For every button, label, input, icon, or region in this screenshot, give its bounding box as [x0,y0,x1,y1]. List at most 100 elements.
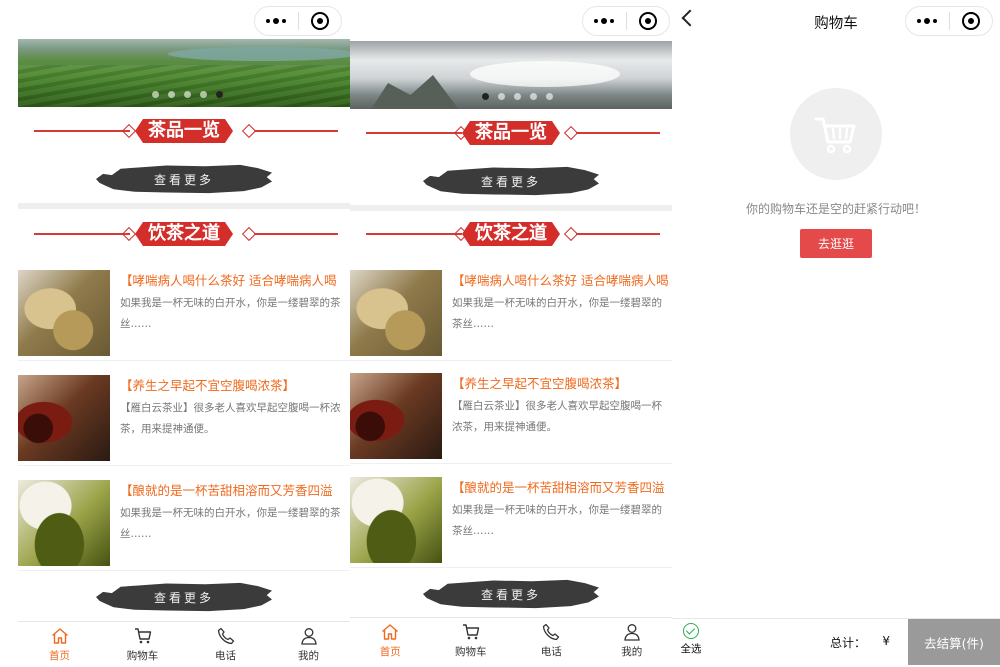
see-more-label: 查看更多 [480,587,541,602]
indicator-dot[interactable] [168,91,175,98]
article-summary: 【雁白云茶业】很多老人喜欢早起空腹喝一杯浓茶，用来提神通便。 [120,402,341,435]
tab-bar: 首页 购物车 电话 我的 [18,621,350,667]
tab-cart[interactable]: 购物车 [431,618,512,663]
total-amount: ¥ [882,634,890,648]
article-thumbnail[interactable] [350,477,442,563]
user-icon [300,628,317,645]
menu-capsule [905,6,993,36]
user-icon [624,624,640,641]
tab-label: 电话 [215,650,236,662]
home-page-1: 茶品一览 查看更多 饮茶之道 【哮喘病人喝什么茶好 适合哮喘病人喝 如果我是一杯… [18,0,350,667]
close-circle-icon [638,12,657,30]
carousel-indicators [482,93,553,100]
tab-mine[interactable]: 我的 [592,618,673,663]
close-circle-icon [961,12,980,30]
section-products-header: 茶品一览 [18,118,350,144]
section-products-title: 茶品一览 [462,121,560,145]
article-item[interactable]: 【酿就的是一杯苦甜相溶而又芳香四溢 如果我是一杯无味的白开水，你是一缕碧翠的茶丝… [350,472,672,568]
more-button[interactable] [906,7,949,35]
article-item[interactable]: 【养生之早起不宜空腹喝浓茶】 【雁白云茶业】很多老人喜欢早起空腹喝一杯浓茶，用来… [350,368,672,464]
empty-cart-message: 你的购物车还是空的赶紧行动吧！ [745,202,926,216]
article-item[interactable]: 【哮喘病人喝什么茶好 适合哮喘病人喝 如果我是一杯无味的白开水，你是一缕碧翠的茶… [18,265,350,361]
see-more-label: 查看更多 [480,174,541,189]
section-products-header: 茶品一览 [350,120,672,146]
tab-label: 电话 [540,646,562,658]
article-title[interactable]: 【养生之早起不宜空腹喝浓茶】 [452,373,668,392]
see-more-products-button[interactable]: 查看更多 [96,163,272,195]
empty-cart-illustration [790,88,882,180]
tab-label: 我的 [298,650,319,662]
see-more-products-button[interactable]: 查看更多 [423,165,599,197]
close-circle-icon [310,12,329,30]
article-thumbnail[interactable] [350,373,442,459]
indicator-dot-active[interactable] [216,91,223,98]
section-culture-title: 饮茶之道 [462,222,560,246]
article-title[interactable]: 【酿就的是一杯苦甜相溶而又芳香四溢 [120,480,346,499]
more-button[interactable] [255,7,298,35]
article-title[interactable]: 【哮喘病人喝什么茶好 适合哮喘病人喝 [452,270,668,289]
article-item[interactable]: 【哮喘病人喝什么茶好 适合哮喘病人喝 如果我是一杯无味的白开水，你是一缕碧翠的茶… [350,265,672,361]
tab-mine[interactable]: 我的 [267,622,350,667]
cart-footer: 全选 总计： ¥ 去结算(件) [672,618,1000,665]
tab-label: 购物车 [455,646,487,658]
indicator-dot[interactable] [152,91,159,98]
cart-icon [134,628,151,644]
close-button[interactable] [950,7,993,35]
section-products-title: 茶品一览 [135,119,233,143]
home-page-2: 茶品一览 查看更多 饮茶之道 【哮喘病人喝什么茶好 适合哮喘病人喝 如果我是一杯… [350,0,672,667]
tab-phone[interactable]: 电话 [511,618,592,663]
article-title[interactable]: 【养生之早起不宜空腹喝浓茶】 [120,375,346,394]
indicator-dot[interactable] [184,91,191,98]
tab-cart[interactable]: 购物车 [101,622,184,667]
tab-label: 首页 [379,646,401,658]
section-culture-header: 饮茶之道 [18,221,350,247]
article-title[interactable]: 【哮喘病人喝什么茶好 适合哮喘病人喝 [120,270,346,289]
cart-icon [814,117,856,154]
tab-home[interactable]: 首页 [350,618,431,663]
go-shopping-button[interactable]: 去逛逛 [800,229,872,258]
article-thumbnail[interactable] [18,375,110,461]
indicator-dot-active[interactable] [482,93,489,100]
indicator-dot[interactable] [200,91,207,98]
see-more-label: 查看更多 [153,172,214,187]
article-thumbnail[interactable] [18,480,110,566]
banner-carousel[interactable] [18,39,350,107]
more-dots-icon [917,18,938,24]
select-all-label: 全选 [680,643,702,655]
home-icon [382,624,399,640]
check-circle-icon [683,623,699,639]
article-summary: 如果我是一杯无味的白开水，你是一缕碧翠的茶丝…… [120,507,341,540]
article-item[interactable]: 【酿就的是一杯苦甜相溶而又芳香四溢 如果我是一杯无味的白开水，你是一缕碧翠的茶丝… [18,475,350,571]
indicator-dot[interactable] [530,93,537,100]
cart-page: 购物车 你的购物车还是空的赶紧行动吧！ 去逛逛 全选 总计： ¥ 去结算(件) [672,0,1000,667]
tab-bar: 首页 购物车 电话 我的 [350,617,672,663]
banner-carousel[interactable] [350,41,672,109]
home-icon [51,628,68,644]
tab-home[interactable]: 首页 [18,622,101,667]
tab-label: 购物车 [126,650,159,662]
article-summary: 如果我是一杯无味的白开水，你是一缕碧翠的茶丝…… [452,504,662,537]
section-culture-title: 饮茶之道 [135,222,233,246]
article-thumbnail[interactable] [18,270,110,356]
more-button[interactable] [583,7,626,35]
menu-capsule [582,6,670,36]
indicator-dot[interactable] [514,93,521,100]
menu-capsule [254,6,342,36]
indicator-dot[interactable] [546,93,553,100]
close-button[interactable] [627,7,670,35]
tab-phone[interactable]: 电话 [184,622,267,667]
article-title[interactable]: 【酿就的是一杯苦甜相溶而又芳香四溢 [452,477,668,496]
more-dots-icon [594,18,615,24]
close-button[interactable] [299,7,342,35]
cart-icon [462,624,479,640]
indicator-dot[interactable] [498,93,505,100]
see-more-articles-button[interactable]: 查看更多 [96,581,272,613]
article-thumbnail[interactable] [350,270,442,356]
checkout-button[interactable]: 去结算(件) [908,619,1000,665]
section-culture-header: 饮茶之道 [350,221,672,247]
select-all-toggle[interactable]: 全选 [678,623,704,656]
see-more-articles-button[interactable]: 查看更多 [423,578,599,610]
article-summary: 【雁白云茶业】很多老人喜欢早起空腹喝一杯浓茶，用来提神通便。 [452,400,662,433]
article-item[interactable]: 【养生之早起不宜空腹喝浓茶】 【雁白云茶业】很多老人喜欢早起空腹喝一杯浓茶，用来… [18,370,350,466]
tab-label: 我的 [621,646,643,658]
